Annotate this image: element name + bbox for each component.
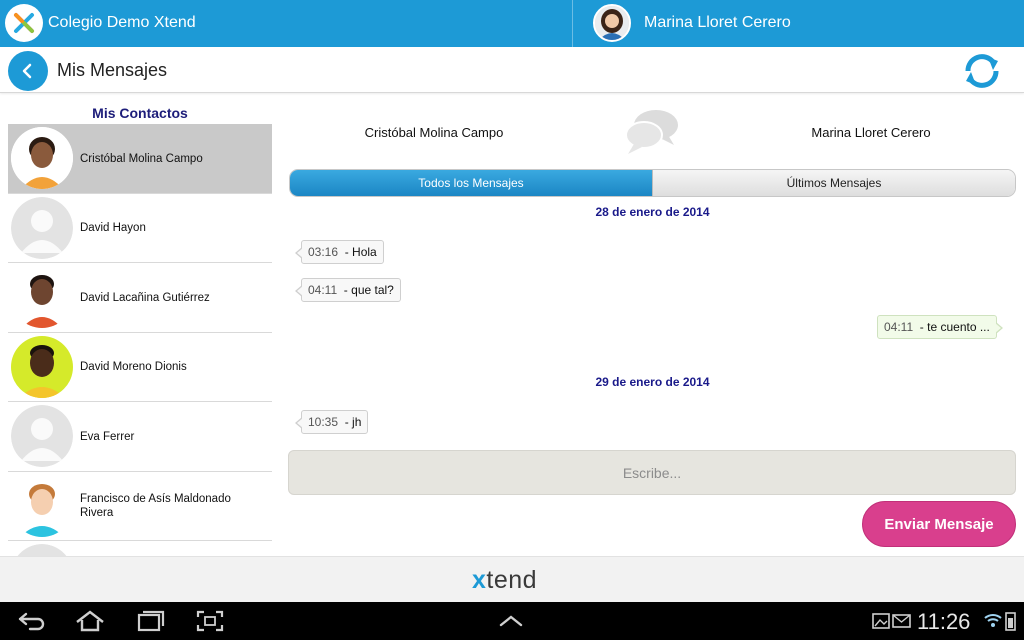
- contact-item[interactable]: [8, 541, 272, 556]
- chevron-left-icon: [22, 63, 32, 79]
- app-header: Colegio Demo Xtend Marina Lloret Cerero: [0, 0, 1024, 47]
- message-input[interactable]: [288, 450, 1016, 495]
- contact-name: David Hayon: [80, 222, 146, 234]
- message-time: 03:16: [308, 245, 339, 259]
- user-name: Marina Lloret Cerero: [644, 14, 791, 31]
- contacts-list[interactable]: Cristóbal Molina Campo David Hayon David…: [8, 124, 272, 556]
- message-separator: -: [337, 283, 352, 297]
- footer: xtend: [0, 556, 1024, 602]
- conversation-contact-name: Cristóbal Molina Campo: [364, 125, 504, 140]
- contact-name: Cristóbal Molina Campo: [80, 152, 203, 165]
- page-toolbar: Mis Mensajes: [0, 47, 1024, 93]
- message-incoming[interactable]: 10:35 - jh: [294, 410, 369, 434]
- contact-avatar: [11, 474, 73, 537]
- recent-apps-icon[interactable]: [136, 609, 166, 633]
- back-nav-icon[interactable]: [16, 609, 46, 633]
- message-separator: -: [338, 245, 353, 259]
- contact-avatar: [11, 266, 73, 328]
- contact-item[interactable]: Eva Ferrer: [8, 402, 272, 472]
- system-nav-bar: 11:26: [0, 602, 1024, 640]
- message-separator: -: [913, 320, 928, 334]
- school-name: Colegio Demo Xtend: [48, 14, 196, 31]
- conversation-user-name: Marina Lloret Cerero: [811, 125, 931, 140]
- contact-avatar-placeholder: [11, 405, 73, 467]
- xtend-logo: xtend: [472, 566, 537, 595]
- notification-icons: [872, 613, 911, 629]
- screenshot-icon[interactable]: [195, 609, 225, 633]
- contact-avatar-placeholder: [11, 196, 73, 259]
- date-separator: 29 de enero de 2014: [595, 375, 710, 389]
- message-time: 04:11: [308, 283, 338, 297]
- home-nav-icon[interactable]: [74, 609, 106, 633]
- contact-name: David Lacañina Gutiérrez: [80, 291, 210, 304]
- contact-item[interactable]: David Hayon: [8, 193, 272, 263]
- xtend-logo-x: x: [472, 566, 487, 594]
- contact-avatar-placeholder: [11, 544, 73, 556]
- message-time: 10:35: [308, 415, 339, 429]
- user-avatar[interactable]: [593, 4, 631, 42]
- xtend-x-icon: [14, 13, 34, 33]
- message-separator: -: [338, 415, 353, 429]
- chat-bubbles-icon: [622, 107, 682, 157]
- message-incoming[interactable]: 04:11 - que tal?: [295, 278, 401, 302]
- contact-avatar: [11, 127, 73, 189]
- refresh-button[interactable]: [960, 49, 1004, 93]
- chevron-up-icon[interactable]: [497, 613, 525, 629]
- refresh-icon: [965, 54, 999, 88]
- contact-name: Eva Ferrer: [80, 430, 135, 443]
- contact-name: Francisco de Asís Maldonado Rivera: [80, 493, 231, 519]
- tab-all-messages[interactable]: Todos los Mensajes: [290, 170, 652, 196]
- contact-item[interactable]: Cristóbal Molina Campo: [8, 124, 272, 194]
- contact-avatar: [11, 335, 73, 398]
- message-filter-tabs: Todos los Mensajes Últimos Mensajes: [289, 169, 1016, 197]
- message-text: te cuento ...: [927, 320, 990, 334]
- header-divider: [572, 0, 573, 47]
- school-logo[interactable]: [5, 4, 43, 42]
- message-time: 04:11: [884, 320, 914, 334]
- contact-item[interactable]: David Lacañina Gutiérrez: [8, 263, 272, 333]
- wifi-battery-icon: [984, 612, 1016, 631]
- contact-item[interactable]: Francisco de Asís Maldonado Rivera: [8, 471, 272, 541]
- date-separator: 28 de enero de 2014: [595, 205, 710, 219]
- contact-name: David Moreno Dionis: [80, 361, 187, 373]
- contact-item[interactable]: David Moreno Dionis: [8, 332, 272, 402]
- page-title: Mis Mensajes: [57, 60, 168, 80]
- message-outgoing[interactable]: 04:11 - te cuento ...: [877, 315, 1003, 339]
- system-clock: 11:26: [917, 609, 971, 634]
- xtend-logo-text: tend: [486, 566, 538, 594]
- send-message-button[interactable]: Enviar Mensaje: [862, 501, 1016, 547]
- contacts-title: Mis Contactos: [92, 105, 188, 121]
- message-text: que tal?: [351, 283, 394, 297]
- message-text: jh: [352, 415, 362, 429]
- tab-latest-messages[interactable]: Últimos Mensajes: [652, 170, 1015, 196]
- message-incoming[interactable]: 03:16 - Hola: [295, 240, 384, 264]
- message-text: Hola: [352, 245, 377, 259]
- back-button[interactable]: [8, 51, 48, 91]
